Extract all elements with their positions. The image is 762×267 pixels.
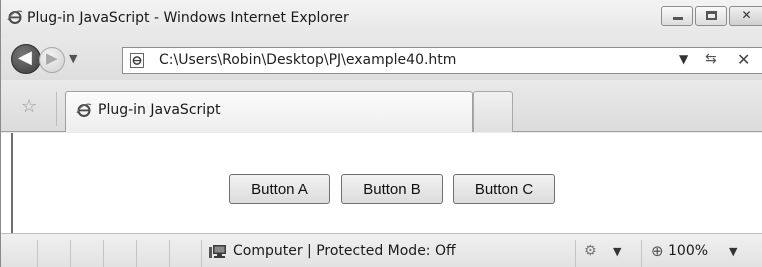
status-divider [103, 240, 104, 267]
favorites-star-icon[interactable]: ☆ [21, 96, 37, 117]
status-divider [70, 240, 71, 267]
close-icon: ✕ [741, 8, 752, 22]
address-input[interactable]: C:\Users\Robin\Desktop\PJ\example40.htm [159, 52, 456, 68]
minimize-icon [673, 17, 683, 20]
button-a[interactable]: Button A [229, 174, 330, 204]
zoom-dropdown-icon[interactable]: ▼ [729, 245, 737, 258]
maximize-icon [706, 11, 717, 20]
zoom-level[interactable]: 100% [668, 243, 708, 259]
address-bar[interactable]: C:\Users\Robin\Desktop\PJ\example40.htm … [122, 47, 762, 74]
window-controls: ✕ [661, 6, 762, 26]
new-tab-button[interactable] [473, 91, 513, 132]
back-arrow-icon: ◀ [18, 47, 32, 68]
address-dropdown-icon[interactable]: ▼ [679, 52, 688, 66]
tools-icon[interactable]: ⚙ [584, 243, 597, 259]
status-divider [136, 240, 137, 267]
page-ie-icon [130, 53, 144, 68]
tools-dropdown-icon[interactable]: ▼ [613, 245, 621, 258]
refresh-icon[interactable]: ⇆ [705, 51, 717, 67]
security-zone-text: Computer | Protected Mode: Off [233, 243, 456, 259]
status-divider [201, 240, 202, 267]
status-divider [575, 240, 576, 267]
minimize-button[interactable] [661, 6, 693, 26]
button-b[interactable]: Button B [341, 174, 443, 204]
recent-pages-dropdown-icon[interactable]: ▼ [69, 52, 77, 65]
status-divider [641, 240, 642, 267]
close-button[interactable]: ✕ [729, 6, 762, 26]
tab-label: Plug-in JavaScript [98, 102, 221, 118]
status-divider [169, 240, 170, 267]
maximize-button[interactable] [695, 6, 727, 26]
stop-icon[interactable]: ✕ [737, 50, 750, 69]
toolbar-divider [56, 92, 57, 126]
tab-plugin-javascript[interactable]: Plug-in JavaScript [65, 91, 473, 132]
window-title: Plug-in JavaScript - Windows Internet Ex… [27, 10, 349, 26]
status-divider [37, 240, 38, 267]
browser-window: Plug-in JavaScript - Windows Internet Ex… [0, 0, 762, 267]
ie-logo-icon [76, 103, 92, 117]
content-border [11, 133, 13, 233]
zoom-icon[interactable]: ⊕ [651, 242, 664, 260]
computer-zone-icon [209, 245, 226, 258]
forward-arrow-icon: ▶ [46, 49, 58, 67]
button-c[interactable]: Button C [453, 174, 555, 204]
forward-button[interactable]: ▶ [39, 47, 65, 73]
back-button[interactable]: ◀ [11, 44, 41, 74]
title-bar: Plug-in JavaScript - Windows Internet Ex… [1, 0, 762, 38]
ie-logo-icon [7, 10, 23, 24]
